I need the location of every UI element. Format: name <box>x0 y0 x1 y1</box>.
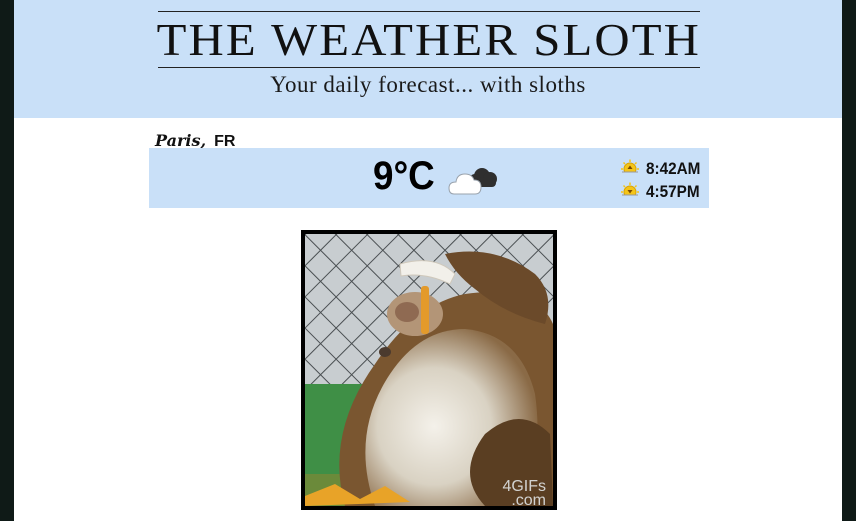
sunset-time: 4:57PM <box>646 182 700 201</box>
sunrise-row: 8:42AM <box>620 158 706 180</box>
sunrise-time: 8:42AM <box>646 159 701 178</box>
sloth-image: 4GIFs .com <box>305 234 553 506</box>
sunrise-icon <box>621 159 639 177</box>
site-subtitle: Your daily forecast... with sloths <box>270 72 586 97</box>
sunset-row: 4:57PM <box>620 181 706 203</box>
weather-bar: 9°C 8:42AM 4:57PM <box>149 148 709 208</box>
temperature-readout: 9°C <box>373 154 435 198</box>
site-header: THE WEATHER SLOTH Your daily forecast...… <box>14 0 842 118</box>
title-rule-box: THE WEATHER SLOTH <box>156 11 702 68</box>
sloth-gif: 4GIFs .com <box>301 230 557 510</box>
cloudy-icon <box>448 168 497 195</box>
sunset-icon <box>621 182 639 200</box>
page-container: THE WEATHER SLOTH Your daily forecast...… <box>14 0 842 521</box>
site-title: THE WEATHER SLOTH <box>156 14 702 65</box>
gif-watermark-line2: .com <box>511 492 546 506</box>
